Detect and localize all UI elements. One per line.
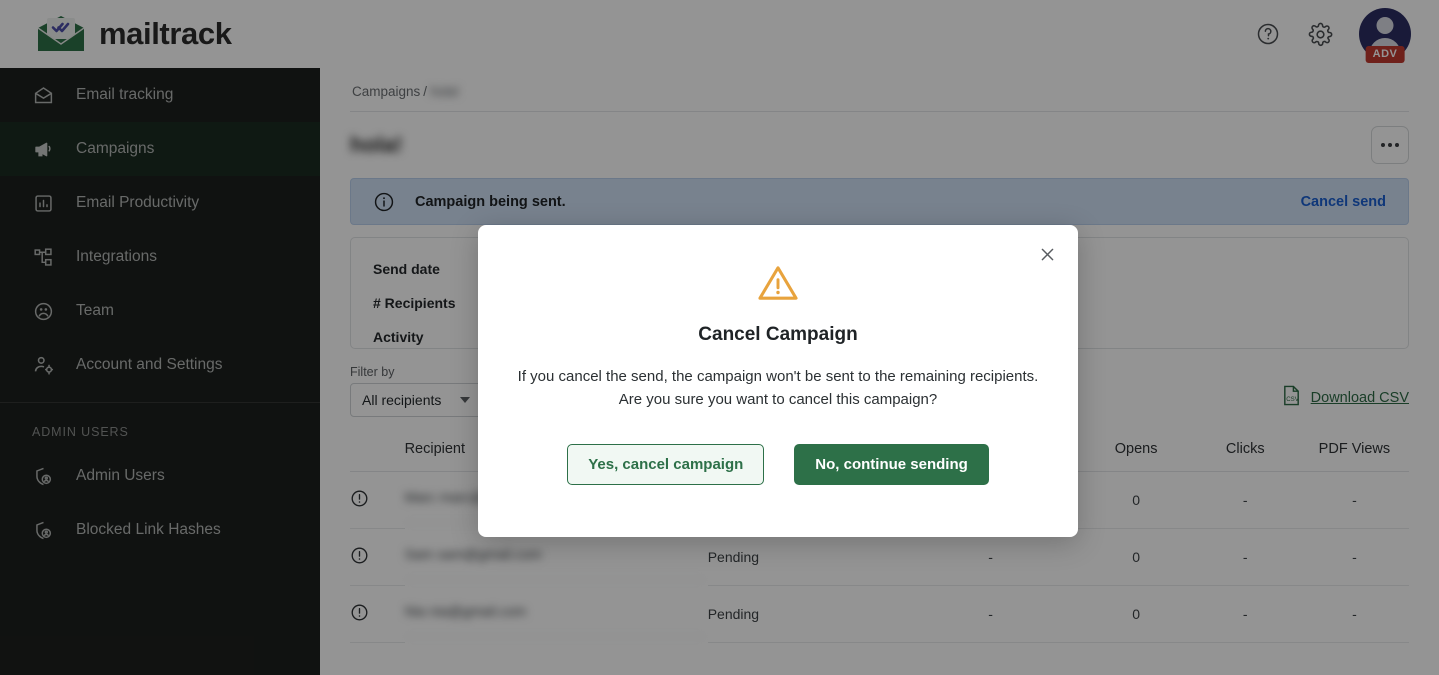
dialog-body: If you cancel the send, the campaign won…: [512, 346, 1044, 412]
cancel-campaign-dialog: Cancel Campaign If you cancel the send, …: [478, 225, 1078, 537]
confirm-cancel-campaign-button[interactable]: Yes, cancel campaign: [567, 444, 764, 485]
warning-triangle-icon: [512, 225, 1044, 302]
continue-sending-button[interactable]: No, continue sending: [794, 444, 989, 485]
dialog-actions: Yes, cancel campaign No, continue sendin…: [512, 412, 1044, 485]
dialog-title: Cancel Campaign: [512, 302, 1044, 346]
dialog-body-line-1: If you cancel the send, the campaign won…: [512, 365, 1044, 388]
close-icon[interactable]: [1032, 239, 1062, 269]
dialog-body-line-2: Are you sure you want to cancel this cam…: [512, 388, 1044, 411]
screen: mailtrack: [0, 0, 1439, 675]
